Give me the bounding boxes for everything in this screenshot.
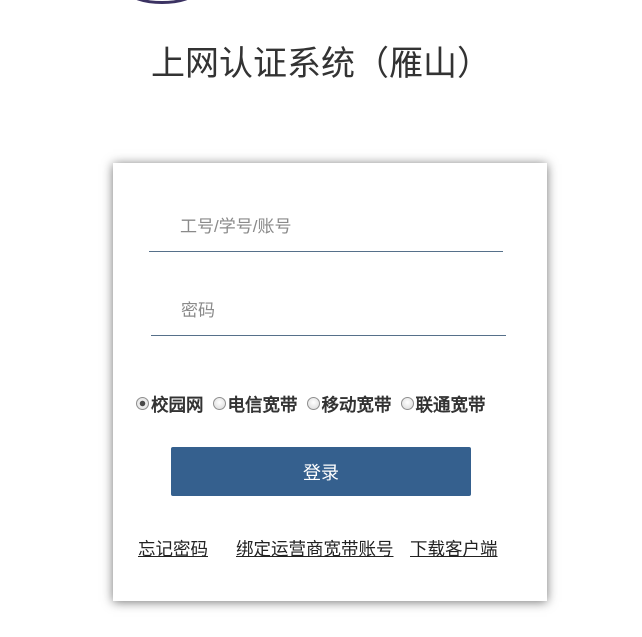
network-option-campus[interactable]: 校园网 xyxy=(136,394,204,416)
network-option-mobile[interactable]: 移动宽带 xyxy=(306,394,392,416)
network-option-label: 移动宽带 xyxy=(321,395,392,415)
page-title: 上网认证系统（雁山） xyxy=(151,45,491,83)
login-card: 校园网 电信宽带 移动宽带 联通宽带 登录 忘记密码 绑定运营商宽带账号 下载客… xyxy=(113,163,547,601)
network-option-label: 电信宽带 xyxy=(227,395,298,415)
username-input[interactable] xyxy=(149,202,503,252)
mobile-radio[interactable] xyxy=(306,396,320,410)
unicom-radio[interactable] xyxy=(400,396,414,410)
footer-links: 忘记密码 绑定运营商宽带账号 下载客户端 xyxy=(113,538,547,560)
campus-radio[interactable] xyxy=(136,396,149,410)
telecom-radio[interactable] xyxy=(212,396,226,410)
bind-isp-account-link[interactable]: 绑定运营商宽带账号 xyxy=(236,538,394,560)
network-option-label: 校园网 xyxy=(151,395,204,415)
login-button[interactable]: 登录 xyxy=(171,447,471,496)
download-client-link[interactable]: 下载客户端 xyxy=(410,538,498,560)
forgot-password-link[interactable]: 忘记密码 xyxy=(138,538,208,560)
password-input[interactable] xyxy=(151,286,506,336)
network-option-telecom[interactable]: 电信宽带 xyxy=(212,394,298,416)
network-type-group: 校园网 电信宽带 移动宽带 联通宽带 xyxy=(136,394,495,416)
network-option-unicom[interactable]: 联通宽带 xyxy=(400,394,486,416)
network-option-label: 联通宽带 xyxy=(415,395,486,415)
university-logo-icon xyxy=(128,0,196,4)
